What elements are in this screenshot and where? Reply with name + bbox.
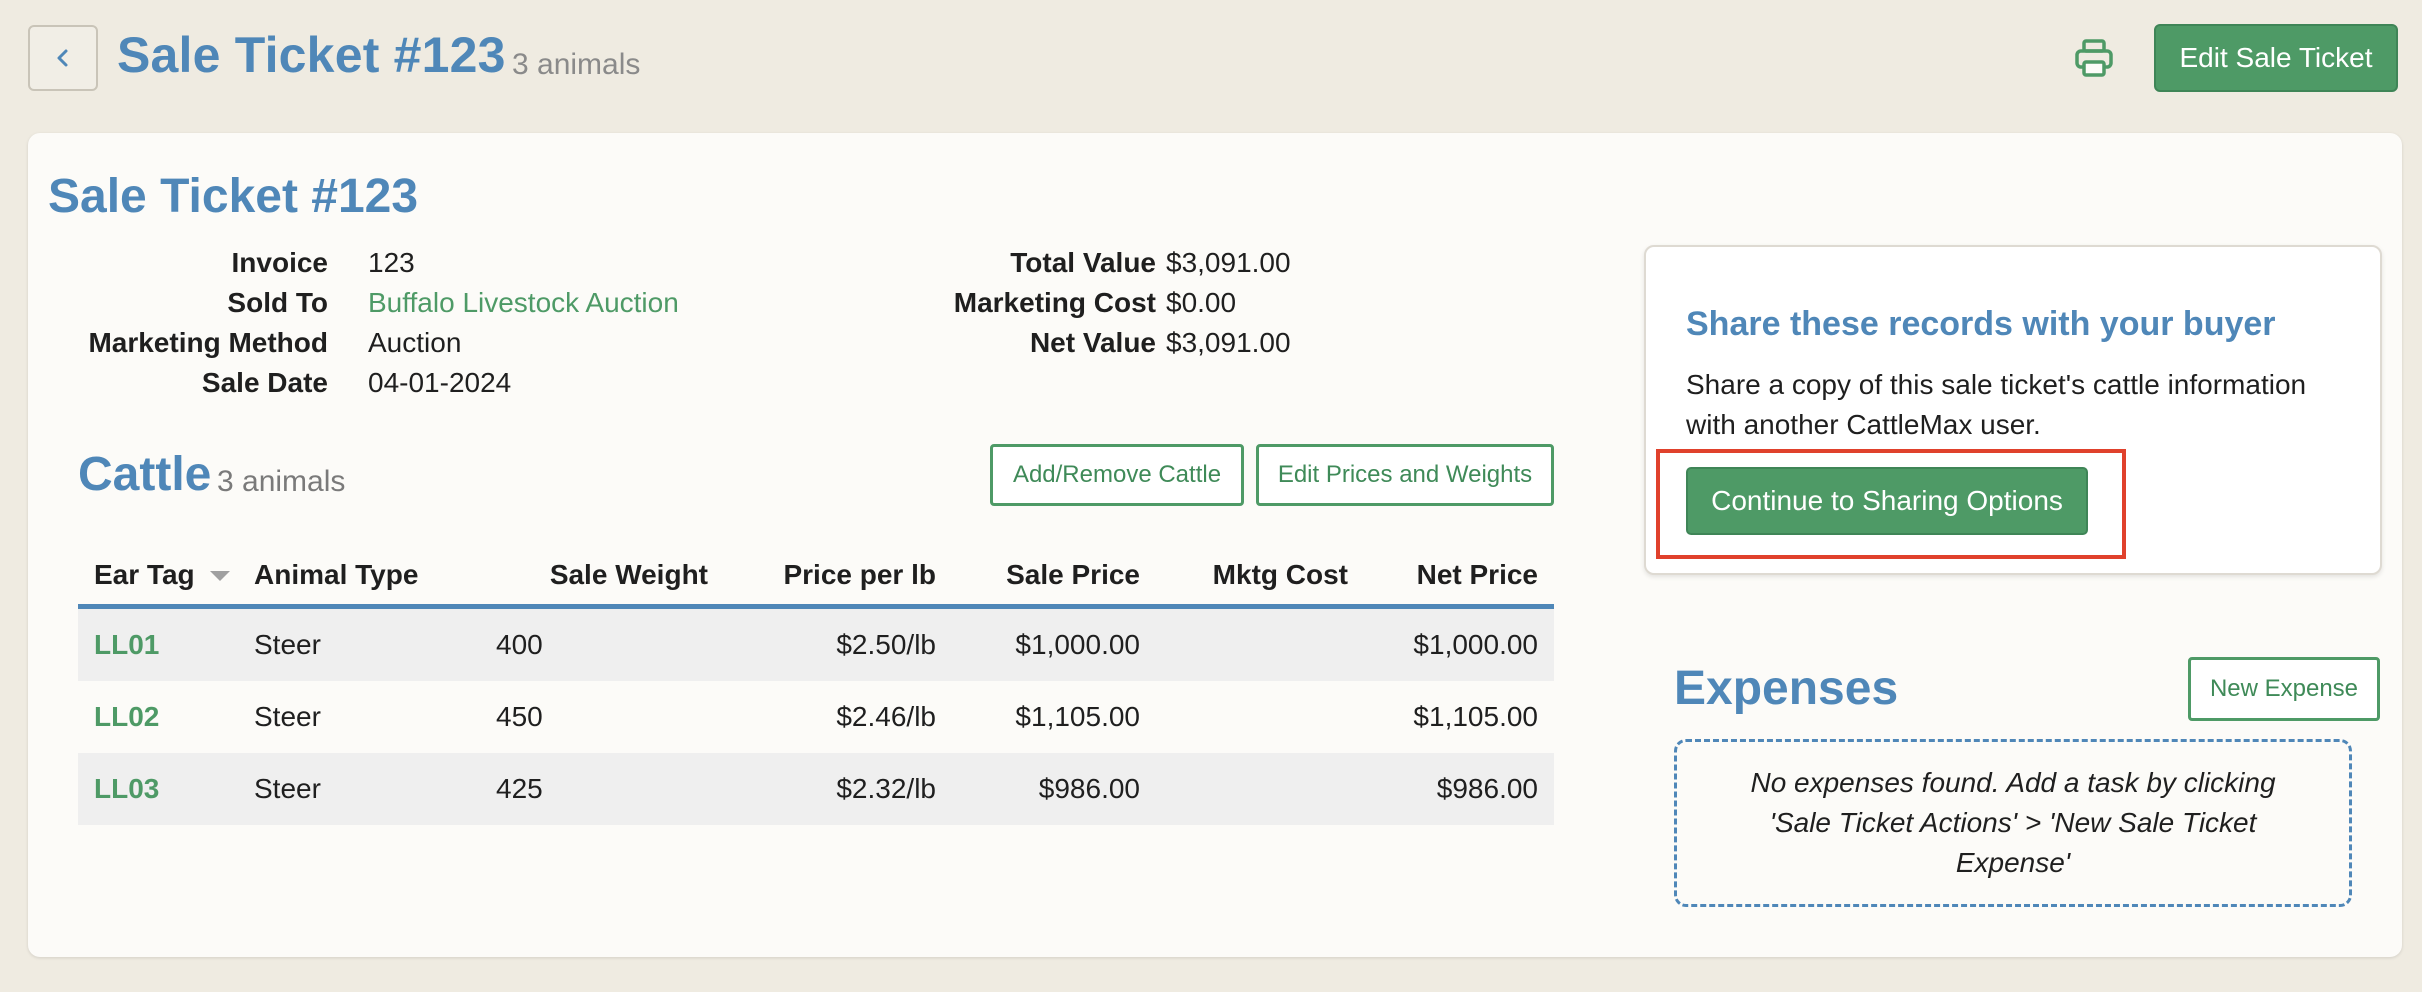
detail-value: 04-01-2024 xyxy=(368,367,512,398)
detail-label: Marketing Cost xyxy=(953,287,1156,318)
page-animal-count: 3 animals xyxy=(512,48,641,81)
cell-animal-type: Steer xyxy=(254,773,321,804)
share-description: Share a copy of this sale ticket's cattl… xyxy=(1686,369,2307,440)
cell-net-price: $986.00 xyxy=(1436,773,1538,804)
expenses-empty-state: No expenses found. Add a task by clickin… xyxy=(1674,739,2352,907)
printer-icon[interactable] xyxy=(2072,36,2116,80)
detail-value: $0.00 xyxy=(1166,287,1237,318)
cattle-title: Cattle xyxy=(78,448,212,501)
column-header-sale-weight[interactable]: Sale Weight xyxy=(508,559,708,591)
cell-sale-price: $1,000.00 xyxy=(1015,629,1140,660)
ear-tag-link[interactable]: LL01 xyxy=(94,629,159,661)
cattle-table: Ear Tag Animal Type Sale Weight Price pe… xyxy=(78,541,1554,825)
cell-animal-type: Steer xyxy=(254,701,321,732)
add-remove-cattle-button[interactable]: Add/Remove Cattle xyxy=(990,444,1244,506)
cell-price-per-lb: $2.50/lb xyxy=(836,629,936,660)
column-header-price-per-lb[interactable]: Price per lb xyxy=(718,559,936,591)
sold-to-link[interactable]: Buffalo Livestock Auction xyxy=(368,287,679,319)
detail-label: Marketing Method xyxy=(88,327,328,358)
cell-sale-price: $1,105.00 xyxy=(1015,701,1140,732)
cell-net-price: $1,000.00 xyxy=(1413,629,1538,660)
detail-label: Total Value xyxy=(1010,247,1156,278)
ticket-title: Sale Ticket #123 xyxy=(48,170,419,223)
column-header-sale-price[interactable]: Sale Price xyxy=(958,559,1140,591)
column-header-mktg-cost[interactable]: Mktg Cost xyxy=(1158,559,1348,591)
detail-value: Auction xyxy=(368,327,462,358)
cell-animal-type: Steer xyxy=(254,629,321,660)
cell-sale-weight: 400 xyxy=(496,629,543,660)
column-header-net-price[interactable]: Net Price xyxy=(1368,559,1538,591)
new-expense-button[interactable]: New Expense xyxy=(2188,657,2380,721)
detail-value: 123 xyxy=(368,247,415,278)
edit-sale-ticket-button[interactable]: Edit Sale Ticket xyxy=(2154,24,2398,92)
cattle-count: 3 animals xyxy=(217,465,346,498)
cell-sale-price: $986.00 xyxy=(1038,773,1140,804)
ear-tag-link[interactable]: LL02 xyxy=(94,701,159,733)
cell-price-per-lb: $2.32/lb xyxy=(836,773,936,804)
detail-value: $3,091.00 xyxy=(1166,247,1291,278)
expenses-panel: Expenses New Expense No expenses found. … xyxy=(1644,617,2382,927)
edit-prices-weights-button[interactable]: Edit Prices and Weights xyxy=(1256,444,1554,506)
back-button[interactable] xyxy=(28,25,98,91)
share-title: Share these records with your buyer xyxy=(1686,305,2276,343)
detail-label: Sale Date xyxy=(201,367,328,398)
cell-sale-weight: 450 xyxy=(496,701,543,732)
detail-label: Sold To xyxy=(227,287,328,318)
cell-net-price: $1,105.00 xyxy=(1413,701,1538,732)
page-title: Sale Ticket #123 xyxy=(117,27,506,83)
cattle-panel: Cattle 3 animals Add/Remove Cattle Edit … xyxy=(50,407,1583,851)
detail-label: Net Value xyxy=(1029,327,1156,358)
cell-price-per-lb: $2.46/lb xyxy=(836,701,936,732)
detail-value: $3,091.00 xyxy=(1166,327,1291,358)
detail-label: Invoice xyxy=(231,247,328,278)
table-row[interactable]: LL03 Steer 425 $2.32/lb $986.00 $986.00 xyxy=(78,753,1554,825)
expenses-title: Expenses xyxy=(1674,662,1899,715)
continue-sharing-button[interactable]: Continue to Sharing Options xyxy=(1686,467,2088,535)
table-header: Ear Tag Animal Type Sale Weight Price pe… xyxy=(78,541,1554,609)
sale-ticket-card: Sale Ticket #123 Invoice 123 Sold To Buf… xyxy=(28,133,2402,957)
share-records-card: Share these records with your buyer Shar… xyxy=(1644,245,2382,575)
ear-tag-link[interactable]: LL03 xyxy=(94,773,159,805)
column-header-ear-tag[interactable]: Ear Tag xyxy=(94,559,195,591)
cell-sale-weight: 425 xyxy=(496,773,543,804)
sort-caret-icon[interactable] xyxy=(210,571,230,581)
top-bar: Sale Ticket #123 3 animals Edit Sale Tic… xyxy=(0,0,2422,120)
column-header-animal-type[interactable]: Animal Type xyxy=(254,559,418,591)
table-row[interactable]: LL02 Steer 450 $2.46/lb $1,105.00 $1,105… xyxy=(78,681,1554,753)
chevron-left-icon xyxy=(57,49,68,67)
table-row[interactable]: LL01 Steer 400 $2.50/lb $1,000.00 $1,000… xyxy=(78,609,1554,681)
